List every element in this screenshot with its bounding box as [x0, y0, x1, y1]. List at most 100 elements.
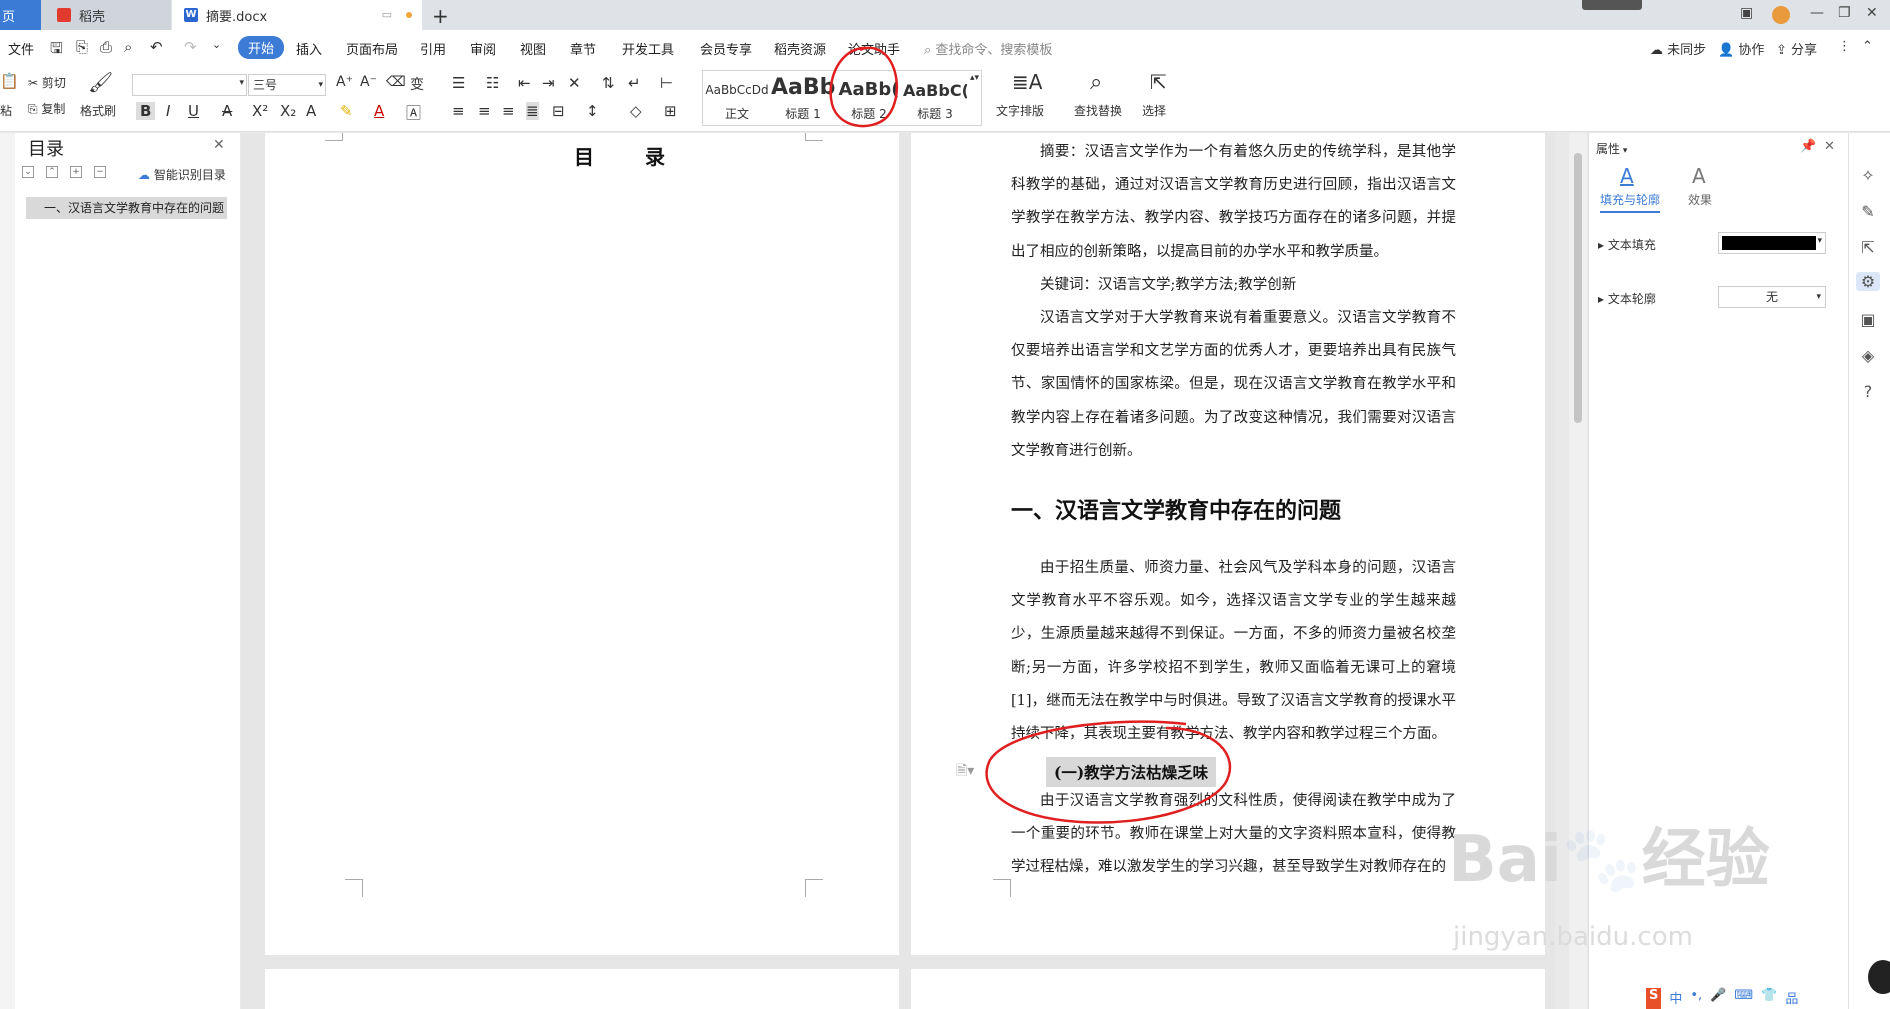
strikethrough-icon[interactable]: A: [222, 102, 232, 120]
phonetic-icon[interactable]: 变: [410, 74, 424, 94]
underline-icon[interactable]: U: [188, 102, 199, 120]
align-left-icon[interactable]: ≡: [452, 102, 465, 120]
redo-icon[interactable]: ↷: [184, 38, 197, 56]
pin-icon[interactable]: ▭: [382, 8, 392, 21]
new-tab-button[interactable]: +: [432, 4, 449, 28]
line-spacing-icon[interactable]: ↕: [586, 102, 599, 120]
tab-document[interactable]: W 摘要.docx ▭: [172, 0, 422, 30]
menu-page-layout[interactable]: 页面布局: [346, 39, 398, 58]
numbered-list-icon[interactable]: ☷: [486, 74, 499, 92]
toc-entry[interactable]: 一、汉语言文学教育中存在的问题: [26, 197, 227, 219]
tab-daoke[interactable]: 稻壳: [41, 0, 171, 30]
restore-icon[interactable]: ❐: [1838, 5, 1851, 21]
tab-stop-icon[interactable]: ⊢: [660, 74, 673, 92]
expand-all-icon[interactable]: ⌃: [46, 166, 58, 178]
paste-label[interactable]: 粘: [0, 102, 12, 119]
distribute-icon[interactable]: ⊟: [552, 102, 565, 120]
remove-heading-icon[interactable]: −: [94, 166, 106, 178]
heading-1[interactable]: 一、汉语言文学教育中存在的问题: [1011, 493, 1341, 525]
bullet-list-icon[interactable]: ☰: [452, 74, 465, 92]
style-heading-1[interactable]: AaBb 标题 1: [771, 71, 835, 125]
menu-member[interactable]: 会员专享: [700, 39, 752, 58]
shrink-font-icon[interactable]: A⁻: [360, 74, 377, 90]
tab-home[interactable]: 页: [0, 0, 41, 30]
subscript-icon[interactable]: X₂: [280, 102, 296, 120]
close-icon[interactable]: ✕: [1866, 5, 1878, 21]
collaborate-button[interactable]: 👤 协作: [1718, 39, 1764, 58]
style-brush-icon[interactable]: ✧: [1856, 166, 1880, 185]
align-right-icon[interactable]: ≡: [502, 102, 515, 120]
add-heading-icon[interactable]: +: [70, 166, 82, 178]
save-icon[interactable]: 🖫: [50, 38, 63, 63]
ime-punct[interactable]: •,: [1690, 988, 1702, 1009]
find-replace-button[interactable]: 查找替换: [1074, 102, 1122, 119]
export-icon[interactable]: ⎘: [76, 38, 88, 56]
menu-developer[interactable]: 开发工具: [622, 39, 674, 58]
menu-home[interactable]: 开始: [238, 36, 285, 59]
grow-font-icon[interactable]: A⁺: [336, 74, 353, 90]
keyboard-icon[interactable]: ⌨: [1734, 988, 1753, 1009]
toolbox-icon[interactable]: 品: [1785, 988, 1798, 1009]
fill-outline-icon[interactable]: A: [1620, 164, 1634, 188]
borders-icon[interactable]: ⊞: [664, 102, 677, 120]
effects-icon[interactable]: A: [1692, 164, 1706, 188]
text-fill-row[interactable]: ▸ 文本填充: [1598, 236, 1656, 253]
menu-view[interactable]: 视图: [520, 39, 546, 58]
paste-icon[interactable]: 📋: [0, 72, 19, 90]
text-outline-select[interactable]: 无 ▾: [1718, 286, 1826, 308]
close-icon[interactable]: ✕: [1824, 139, 1835, 154]
image-icon[interactable]: ▣: [1856, 310, 1880, 329]
shading-icon[interactable]: ◇: [630, 102, 642, 120]
show-marks-icon[interactable]: ↵: [628, 74, 641, 92]
style-normal[interactable]: AaBbCcDd 正文: [705, 71, 769, 125]
format-painter-icon[interactable]: 🖌: [88, 70, 113, 94]
format-painter-button[interactable]: 格式刷: [80, 102, 116, 119]
bold-icon[interactable]: B: [136, 102, 156, 120]
close-icon[interactable]: ✕: [213, 137, 225, 153]
text-layout-icon[interactable]: ≣A: [1012, 70, 1042, 94]
highlight-icon[interactable]: ✎: [340, 102, 353, 120]
undo-icon[interactable]: ↶: [150, 38, 163, 56]
copy-button[interactable]: ⎘ 复制: [28, 100, 65, 117]
floating-assistant-icon[interactable]: [1868, 960, 1890, 994]
justify-icon[interactable]: ≣: [526, 102, 539, 120]
gallery-scroll-icon[interactable]: ▴▾: [970, 73, 979, 83]
font-name-select[interactable]: ▾: [132, 74, 247, 96]
collapse-ribbon-icon[interactable]: ⌃: [1862, 39, 1873, 54]
smart-toc-button[interactable]: ☁ 智能识别目录: [138, 166, 226, 183]
heading-2-selected[interactable]: (一)教学方法枯燥乏味: [1046, 757, 1217, 787]
menu-insert[interactable]: 插入: [296, 39, 322, 58]
font-size-select[interactable]: 三号 ▾: [248, 74, 326, 96]
paragraph-doc-icon[interactable]: 🗎▾: [956, 760, 974, 784]
style-heading-3[interactable]: AaBbC( 标题 3: [903, 71, 967, 125]
share-button[interactable]: ⇪ 分享: [1776, 39, 1817, 58]
menu-review[interactable]: 审阅: [470, 39, 496, 58]
chinese-layout-icon[interactable]: ✕: [568, 74, 581, 92]
properties-sliders-icon[interactable]: ⚙: [1856, 272, 1880, 291]
cut-button[interactable]: ✂ 剪切: [28, 74, 66, 91]
document-body-3[interactable]: 由于汉语言文学教育强烈的文科性质，使得阅读在教学中成为了一个重要的环节。教师在课…: [1011, 785, 1456, 885]
text-layout-button[interactable]: 文字排版: [996, 102, 1044, 119]
location-icon[interactable]: ◈: [1856, 346, 1880, 365]
print-preview-icon[interactable]: ⌕: [124, 38, 132, 56]
sync-button[interactable]: ☁ 未同步: [1650, 39, 1706, 58]
text-outline-row[interactable]: ▸ 文本轮廓: [1598, 290, 1656, 307]
clear-format-icon[interactable]: ⌫: [386, 74, 406, 90]
find-replace-icon[interactable]: ⌕: [1090, 70, 1102, 95]
command-search-input[interactable]: ⌕ 查找命令、搜索模板: [924, 39, 1052, 58]
skin-icon[interactable]: 👕: [1761, 988, 1777, 1009]
text-fill-color-picker[interactable]: ▾: [1718, 232, 1826, 254]
menu-file[interactable]: 文件: [8, 39, 34, 58]
customize-chevron-icon[interactable]: ⌄: [212, 38, 221, 51]
style-heading-2[interactable]: AaBb( 标题 2: [837, 71, 901, 125]
help-icon[interactable]: ?: [1856, 382, 1880, 401]
pen-icon[interactable]: ✎: [1856, 202, 1880, 221]
avatar[interactable]: [1772, 6, 1790, 24]
scroll-thumb[interactable]: [1574, 153, 1582, 423]
pin-panel-icon[interactable]: 📌: [1800, 139, 1816, 154]
ime-mode[interactable]: 中: [1669, 988, 1682, 1009]
window-list-icon[interactable]: ▣: [1740, 5, 1753, 21]
document-body[interactable]: 摘要：汉语言文学作为一个有着悠久历史的传统学科，是其他学科教学的基础，通过对汉语…: [1011, 136, 1456, 468]
tab-fill-outline[interactable]: 填充与轮廓: [1600, 191, 1661, 213]
microphone-icon[interactable]: 🎤: [1710, 988, 1726, 1009]
